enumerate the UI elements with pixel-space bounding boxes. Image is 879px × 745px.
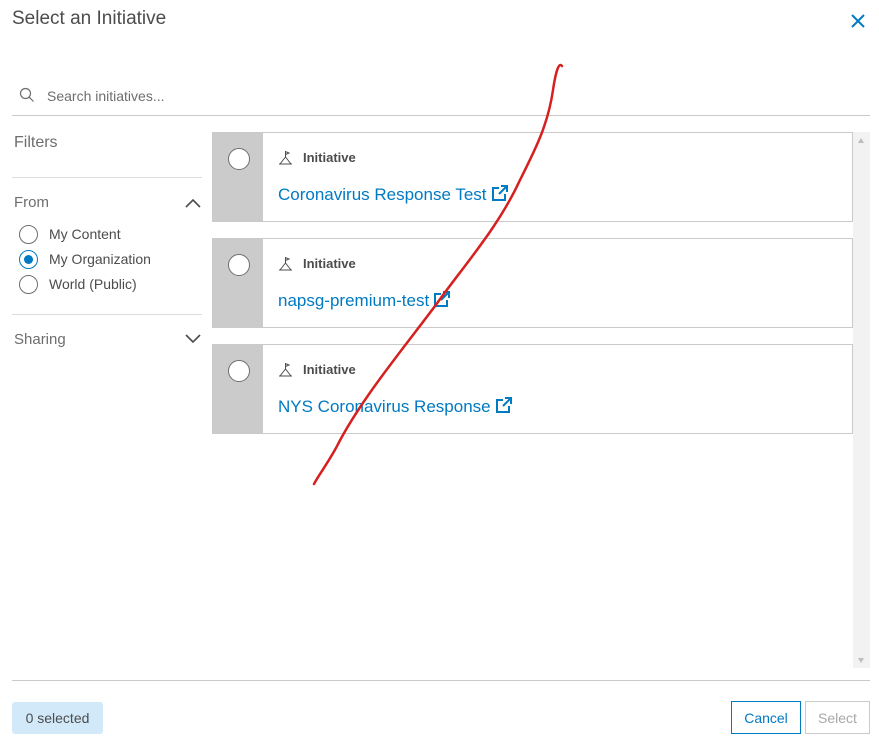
filters-title: Filters xyxy=(14,134,58,151)
initiative-icon xyxy=(279,363,292,377)
result-title-link[interactable]: napsg-premium-test xyxy=(278,290,451,311)
result-title[interactable]: napsg-premium-test xyxy=(278,291,429,310)
results-scrollbar[interactable] xyxy=(853,132,870,668)
scroll-down-arrow-icon[interactable] xyxy=(858,658,864,663)
result-title[interactable]: Coronavirus Response Test xyxy=(278,185,487,204)
result-radio[interactable] xyxy=(228,254,250,276)
radio-my-content[interactable]: My Content xyxy=(19,223,121,245)
initiative-icon xyxy=(279,257,292,271)
scroll-up-arrow-icon[interactable] xyxy=(858,138,864,143)
chevron-up-icon[interactable] xyxy=(184,197,202,209)
result-type: Initiative xyxy=(303,150,356,165)
card-selector-bar xyxy=(213,239,263,327)
filters-divider xyxy=(12,314,202,315)
filter-from-label[interactable]: From xyxy=(14,194,49,211)
result-card[interactable]: Initiative Coronavirus Response Test xyxy=(212,132,853,222)
result-title-link[interactable]: NYS Coronavirus Response xyxy=(278,396,513,417)
result-type: Initiative xyxy=(303,256,356,271)
radio-button-selected[interactable] xyxy=(19,249,38,269)
initiative-icon xyxy=(279,151,292,165)
search-icon xyxy=(19,87,34,102)
selected-count-badge: 0 selected xyxy=(12,702,103,734)
radio-button[interactable] xyxy=(19,274,38,294)
radio-label: My Content xyxy=(49,226,121,242)
select-button[interactable]: Select xyxy=(805,701,870,734)
dialog-title: Select an Initiative xyxy=(12,8,167,29)
result-title[interactable]: NYS Coronavirus Response xyxy=(278,397,491,416)
result-card[interactable]: Initiative napsg-premium-test xyxy=(212,238,853,328)
filters-divider xyxy=(12,177,202,178)
card-selector-bar xyxy=(213,345,263,433)
search-bar xyxy=(12,80,870,116)
radio-label: My Organization xyxy=(49,251,151,267)
footer-divider xyxy=(12,680,870,681)
cancel-button[interactable]: Cancel xyxy=(731,701,801,734)
filter-sharing-label[interactable]: Sharing xyxy=(14,331,66,348)
external-link-icon[interactable] xyxy=(495,396,513,414)
result-title-link[interactable]: Coronavirus Response Test xyxy=(278,184,509,205)
radio-world-public[interactable]: World (Public) xyxy=(19,273,137,295)
card-selector-bar xyxy=(213,133,263,221)
search-input[interactable] xyxy=(47,86,827,106)
radio-button[interactable] xyxy=(19,224,38,244)
external-link-icon[interactable] xyxy=(433,290,451,308)
result-radio[interactable] xyxy=(228,148,250,170)
result-card[interactable]: Initiative NYS Coronavirus Response xyxy=(212,344,853,434)
result-type: Initiative xyxy=(303,362,356,377)
result-radio[interactable] xyxy=(228,360,250,382)
radio-label: World (Public) xyxy=(49,276,137,292)
close-icon[interactable] xyxy=(848,11,868,31)
radio-my-organization[interactable]: My Organization xyxy=(19,248,151,270)
external-link-icon[interactable] xyxy=(491,184,509,202)
chevron-down-icon[interactable] xyxy=(184,333,202,345)
